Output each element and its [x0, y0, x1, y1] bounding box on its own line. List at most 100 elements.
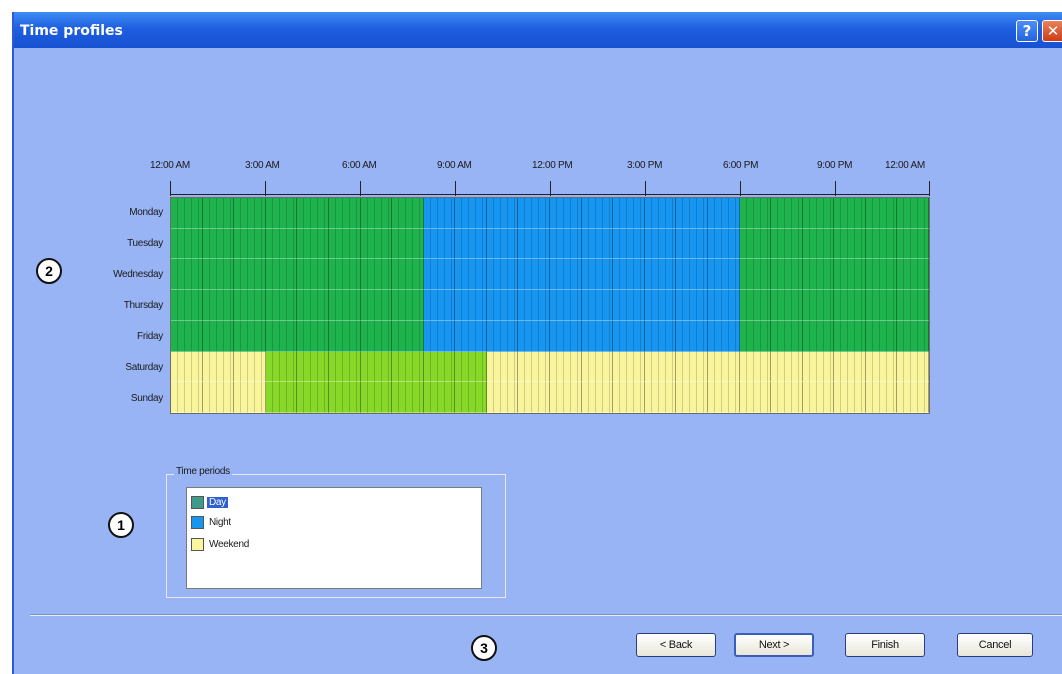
- schedule-cell[interactable]: [202, 290, 235, 321]
- help-button[interactable]: ?: [1016, 20, 1038, 42]
- schedule-cell[interactable]: [297, 228, 329, 260]
- schedule-cell[interactable]: [771, 382, 803, 413]
- schedule-cell[interactable]: [423, 382, 456, 413]
- schedule-cell[interactable]: [392, 259, 424, 291]
- schedule-cell[interactable]: [265, 228, 298, 260]
- schedule-cell[interactable]: [265, 351, 298, 383]
- schedule-cell[interactable]: [707, 320, 740, 352]
- schedule-cell[interactable]: [676, 228, 708, 260]
- schedule-cell[interactable]: [613, 198, 645, 229]
- schedule-cell[interactable]: [455, 382, 487, 413]
- schedule-cell[interactable]: [328, 351, 361, 383]
- schedule-cell[interactable]: [676, 259, 708, 291]
- schedule-cell[interactable]: [265, 320, 298, 352]
- schedule-grid[interactable]: [170, 197, 930, 414]
- schedule-cell[interactable]: [328, 382, 361, 413]
- schedule-cell[interactable]: [328, 228, 361, 260]
- schedule-cell[interactable]: [297, 259, 329, 291]
- schedule-cell[interactable]: [518, 382, 550, 413]
- schedule-cell[interactable]: [360, 228, 393, 260]
- schedule-cell[interactable]: [486, 259, 519, 291]
- schedule-cell[interactable]: [802, 259, 835, 291]
- schedule-cell[interactable]: [550, 382, 582, 413]
- schedule-cell[interactable]: [392, 198, 424, 229]
- schedule-cell[interactable]: [613, 290, 645, 321]
- schedule-cell[interactable]: [234, 259, 266, 291]
- schedule-cell[interactable]: [739, 351, 772, 383]
- schedule-cell[interactable]: [486, 351, 519, 383]
- schedule-cell[interactable]: [771, 259, 803, 291]
- schedule-cell[interactable]: [455, 320, 487, 352]
- schedule-cell[interactable]: [802, 198, 835, 229]
- schedule-cell[interactable]: [802, 290, 835, 321]
- schedule-cell[interactable]: [234, 382, 266, 413]
- schedule-cell[interactable]: [171, 228, 203, 260]
- schedule-cell[interactable]: [771, 320, 803, 352]
- schedule-cell[interactable]: [202, 320, 235, 352]
- schedule-cell[interactable]: [581, 290, 614, 321]
- schedule-cell[interactable]: [802, 320, 835, 352]
- schedule-cell[interactable]: [392, 320, 424, 352]
- schedule-cell[interactable]: [550, 351, 582, 383]
- schedule-cell[interactable]: [739, 290, 772, 321]
- schedule-cell[interactable]: [360, 259, 393, 291]
- schedule-cell[interactable]: [613, 351, 645, 383]
- schedule-cell[interactable]: [486, 228, 519, 260]
- schedule-cell[interactable]: [834, 198, 866, 229]
- schedule-cell[interactable]: [644, 351, 677, 383]
- schedule-cell[interactable]: [265, 259, 298, 291]
- schedule-cell[interactable]: [707, 198, 740, 229]
- schedule-cell[interactable]: [644, 320, 677, 352]
- schedule-cell[interactable]: [771, 351, 803, 383]
- schedule-cell[interactable]: [265, 198, 298, 229]
- schedule-cell[interactable]: [834, 351, 866, 383]
- time-periods-list[interactable]: Day Night Weekend: [186, 487, 482, 589]
- schedule-cell[interactable]: [265, 382, 298, 413]
- schedule-cell[interactable]: [392, 382, 424, 413]
- back-button[interactable]: < Back: [636, 633, 716, 657]
- schedule-cell[interactable]: [518, 259, 550, 291]
- schedule-cell[interactable]: [360, 382, 393, 413]
- schedule-cell[interactable]: [834, 382, 866, 413]
- schedule-cell[interactable]: [234, 228, 266, 260]
- schedule-cell[interactable]: [739, 228, 772, 260]
- schedule-cell[interactable]: [613, 320, 645, 352]
- schedule-cell[interactable]: [423, 320, 456, 352]
- schedule-cell[interactable]: [644, 382, 677, 413]
- schedule-cell[interactable]: [202, 198, 235, 229]
- schedule-cell[interactable]: [644, 290, 677, 321]
- schedule-cell[interactable]: [897, 198, 929, 229]
- schedule-cell[interactable]: [360, 290, 393, 321]
- schedule-cell[interactable]: [297, 198, 329, 229]
- schedule-cell[interactable]: [802, 228, 835, 260]
- schedule-cell[interactable]: [550, 228, 582, 260]
- schedule-cell[interactable]: [455, 198, 487, 229]
- schedule-cell[interactable]: [581, 198, 614, 229]
- schedule-cell[interactable]: [581, 382, 614, 413]
- schedule-cell[interactable]: [486, 198, 519, 229]
- schedule-cell[interactable]: [328, 290, 361, 321]
- schedule-cell[interactable]: [171, 290, 203, 321]
- schedule-cell[interactable]: [613, 228, 645, 260]
- schedule-cell[interactable]: [171, 351, 203, 383]
- schedule-cell[interactable]: [739, 382, 772, 413]
- schedule-cell[interactable]: [865, 290, 898, 321]
- schedule-cell[interactable]: [423, 198, 456, 229]
- schedule-cell[interactable]: [865, 259, 898, 291]
- schedule-cell[interactable]: [550, 320, 582, 352]
- schedule-cell[interactable]: [455, 259, 487, 291]
- schedule-cell[interactable]: [613, 382, 645, 413]
- schedule-cell[interactable]: [834, 228, 866, 260]
- schedule-cell[interactable]: [897, 259, 929, 291]
- schedule-cell[interactable]: [897, 228, 929, 260]
- schedule-cell[interactable]: [865, 320, 898, 352]
- schedule-cell[interactable]: [360, 198, 393, 229]
- schedule-cell[interactable]: [234, 198, 266, 229]
- schedule-cell[interactable]: [202, 382, 235, 413]
- schedule-cell[interactable]: [171, 198, 203, 229]
- schedule-cell[interactable]: [518, 320, 550, 352]
- schedule-cell[interactable]: [171, 382, 203, 413]
- schedule-cell[interactable]: [328, 259, 361, 291]
- schedule-cell[interactable]: [865, 228, 898, 260]
- schedule-cell[interactable]: [834, 290, 866, 321]
